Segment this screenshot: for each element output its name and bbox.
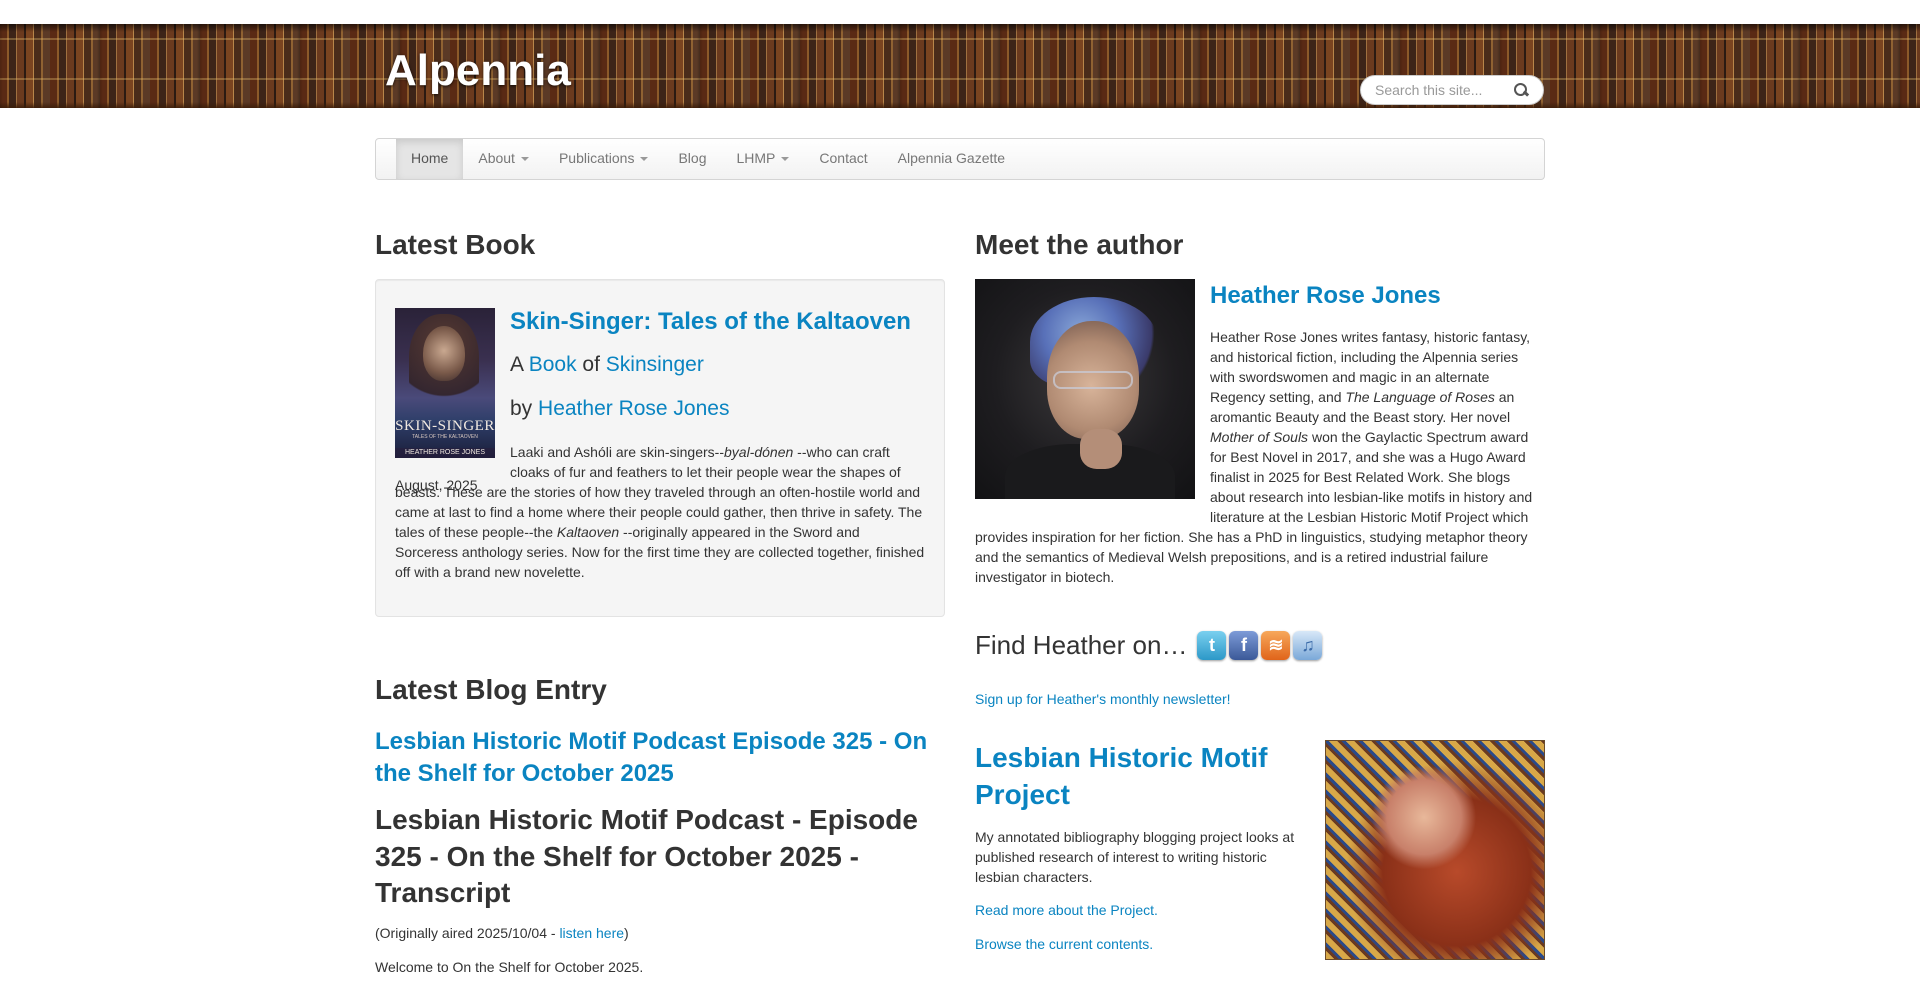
left-column: Latest Book SKIN-SINGER TALES OF THE KAL… bbox=[375, 229, 945, 978]
book-date: August, 2025 bbox=[395, 476, 478, 493]
book-type-link[interactable]: Book bbox=[529, 353, 577, 376]
top-strip bbox=[0, 0, 1920, 24]
author-photo[interactable] bbox=[975, 278, 1195, 499]
book-description: Laaki and Ashóli are skin-singers--byal-… bbox=[395, 443, 925, 580]
nav-item-blog[interactable]: Blog bbox=[663, 139, 721, 179]
author-block: Heather Rose Jones Heather Rose Jones wr… bbox=[975, 278, 1545, 587]
find-heather-text: Find Heather on… bbox=[975, 630, 1188, 661]
latest-blog-heading: Latest Blog Entry bbox=[375, 673, 607, 705]
photo-glasses bbox=[1053, 370, 1133, 389]
book-cover-image[interactable]: SKIN-SINGER TALES OF THE KALTAOVEN HEATH… bbox=[395, 307, 495, 458]
blog-aired-line: (Originally aired 2025/10/04 - listen he… bbox=[375, 924, 629, 941]
latest-book-heading: Latest Book bbox=[375, 229, 536, 260]
cover-figure-face bbox=[423, 325, 465, 381]
nav-item-lhmp[interactable]: LHMP bbox=[721, 139, 804, 179]
nav-item-home[interactable]: Home bbox=[396, 139, 464, 179]
facebook-icon[interactable]: f bbox=[1229, 631, 1259, 661]
lhmp-image[interactable] bbox=[1325, 740, 1545, 961]
caret-down-icon bbox=[781, 157, 790, 161]
book-author-link[interactable]: Heather Rose Jones bbox=[538, 397, 729, 420]
listen-here-link[interactable]: listen here bbox=[559, 925, 624, 941]
caret-down-icon bbox=[640, 157, 649, 161]
lhmp-block: Lesbian Historic Motif Project My annota… bbox=[975, 740, 1545, 961]
nav-item-alpennia-gazette[interactable]: Alpennia Gazette bbox=[883, 139, 1020, 179]
search-box[interactable] bbox=[1360, 75, 1544, 105]
twitter-icon[interactable]: t bbox=[1197, 631, 1227, 661]
itunes-icon[interactable]: ♫ bbox=[1293, 631, 1323, 661]
header-banner bbox=[0, 24, 1920, 108]
blog-subheading: Lesbian Historic Motif Podcast - Episode… bbox=[375, 804, 918, 909]
search-input[interactable] bbox=[1375, 82, 1505, 98]
find-heather-row: Find Heather on… t f ≋ ♫ bbox=[975, 627, 1545, 664]
right-column: Meet the author Heather Rose Jones Heath… bbox=[975, 229, 1545, 961]
meet-author-heading: Meet the author bbox=[975, 229, 1184, 260]
cover-subtitle: TALES OF THE KALTAOVEN bbox=[412, 433, 478, 440]
caret-down-icon bbox=[520, 157, 529, 161]
blog-welcome-text: Welcome to On the Shelf for October 2025… bbox=[375, 958, 644, 975]
search-icon[interactable] bbox=[1513, 82, 1529, 98]
main-navbar: Home About Publications Blog LHMP Contac… bbox=[375, 138, 1545, 180]
site-name-link[interactable]: Alpennia bbox=[385, 40, 571, 103]
newsletter-signup-link[interactable]: Sign up for Heather's monthly newsletter… bbox=[975, 690, 1545, 710]
nav-item-about[interactable]: About bbox=[463, 139, 544, 179]
cover-author: HEATHER ROSE JONES bbox=[395, 447, 495, 458]
rss-icon[interactable]: ≋ bbox=[1261, 631, 1291, 661]
nav-item-contact[interactable]: Contact bbox=[804, 139, 882, 179]
nav-item-publications[interactable]: Publications bbox=[544, 139, 664, 179]
book-series-link[interactable]: Skinsinger bbox=[606, 353, 704, 376]
photo-hand bbox=[1080, 428, 1122, 469]
blog-title-link[interactable]: Lesbian Historic Motif Podcast Episode 3… bbox=[375, 726, 945, 791]
latest-book-panel: SKIN-SINGER TALES OF THE KALTAOVEN HEATH… bbox=[375, 278, 945, 617]
